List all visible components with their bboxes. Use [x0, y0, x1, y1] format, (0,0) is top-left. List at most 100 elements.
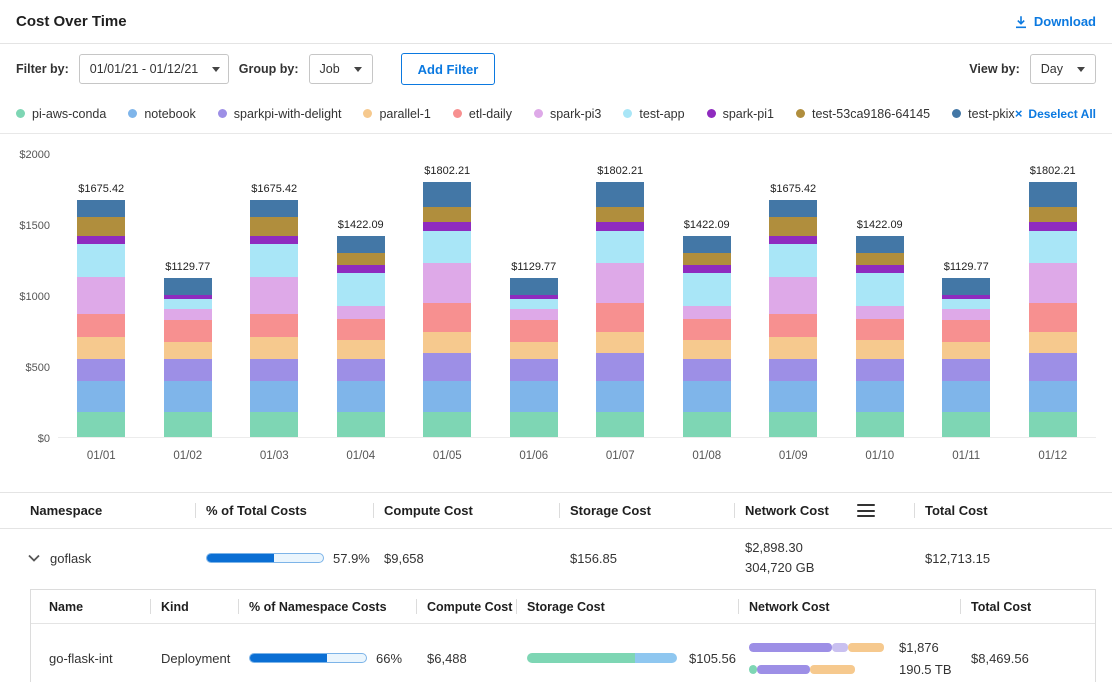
view-by-value: Day [1041, 62, 1063, 76]
table-row-go-flask-int[interactable]: go-flask-int Deployment 66% $6,488 $105.… [31, 624, 1095, 682]
bar-01/01[interactable]: $1675.4201/01 [77, 148, 125, 464]
date-range-value: 01/01/21 - 01/12/21 [90, 62, 198, 76]
y-axis-tick: $0 [38, 433, 50, 445]
bar-01/09[interactable]: $1675.4201/09 [769, 148, 817, 464]
view-by-select[interactable]: Day [1030, 54, 1096, 84]
bar-segment [848, 643, 884, 652]
bar-stack [596, 182, 644, 438]
bar-segment-pi-aws-conda [856, 412, 904, 438]
bar-01/08[interactable]: $1422.0901/08 [683, 148, 731, 464]
legend-dot [623, 109, 632, 118]
x-axis-label: 01/06 [519, 438, 548, 464]
bar-01/12[interactable]: $1802.2101/12 [1029, 148, 1077, 464]
bar-01/06[interactable]: $1129.77 01/06 [510, 148, 558, 464]
bar-01/05[interactable]: $1802.2101/05 [423, 148, 471, 464]
bar-segment-test-53ca9186-64145 [250, 217, 298, 236]
compute-cost-cell: $9,658 [384, 551, 570, 566]
col-header-total-cost: Total Cost [925, 493, 1096, 528]
bar-01/03[interactable]: $1675.42 01/03 [250, 148, 298, 464]
legend-dot [128, 109, 137, 118]
x-axis-label: 01/07 [606, 438, 635, 464]
bar-segment-etl-daily [596, 303, 644, 331]
y-axis-tick: $1500 [19, 220, 50, 232]
legend-dot [707, 109, 716, 118]
bar-segment-etl-daily [250, 314, 298, 337]
total-cost-cell: $8,469.56 [971, 651, 1095, 666]
x-axis-label: 01/03 [260, 438, 289, 464]
bar-segment-test-53ca9186-64145 [1029, 207, 1077, 223]
table-row-goflask[interactable]: goflask 57.9% $9,658 $156.85 $2,898.30 3… [0, 529, 1112, 587]
legend-item-parallel-1[interactable]: parallel-1 [363, 107, 430, 121]
subcol-header-network-cost: Network Cost [749, 590, 971, 623]
network-cost-cell: $1,876 190.5 TB [749, 640, 971, 677]
bar-segment-spark-pi1 [1029, 222, 1077, 231]
bar-segment-notebook [1029, 381, 1077, 412]
legend-item-test-53ca9186-64145[interactable]: test-53ca9186-64145 [796, 107, 930, 121]
legend-item-sparkpi-with-delight[interactable]: sparkpi-with-delight [218, 107, 342, 121]
bar-segment-notebook [596, 381, 644, 412]
bar-segment-notebook [942, 381, 990, 412]
bar-segment-spark-pi3 [1029, 263, 1077, 303]
bar-01/07[interactable]: $1802.2101/07 [596, 148, 644, 464]
total-cost-cell: $12,713.15 [925, 551, 1096, 566]
header: Cost Over Time Download [0, 0, 1112, 44]
bar-total-label: $1675.42 [78, 183, 124, 195]
bar-segment-test-53ca9186-64145 [423, 207, 471, 223]
bar-segment-parallel-1 [683, 340, 731, 359]
col-header-label: Compute Cost [384, 503, 473, 518]
col-header-label: Compute Cost [427, 600, 512, 614]
bar-segment-test-app [337, 273, 385, 306]
bar-segment-notebook [164, 381, 212, 412]
date-range-select[interactable]: 01/01/21 - 01/12/21 [79, 54, 229, 84]
legend-item-etl-daily[interactable]: etl-daily [453, 107, 512, 121]
bar-segment-etl-daily [337, 319, 385, 340]
legend-item-test-app[interactable]: test-app [623, 107, 684, 121]
column-settings-icon[interactable] [857, 504, 875, 517]
legend-item-pi-aws-conda[interactable]: pi-aws-conda [16, 107, 106, 121]
bar-segment-notebook [423, 381, 471, 412]
view-by-label: View by: [969, 62, 1019, 76]
bar-segment-sparkpi-with-delight [942, 359, 990, 382]
bar-total-label: $1129.77 [511, 261, 556, 273]
deselect-all-button[interactable]: × Deselect All [1015, 106, 1096, 121]
bar-segment-test-pkix [337, 236, 385, 253]
bar-segment-parallel-1 [337, 340, 385, 359]
bar-segment-parallel-1 [856, 340, 904, 359]
bar-total-label: $1675.42 [251, 183, 297, 195]
bar-segment-sparkpi-with-delight [596, 353, 644, 381]
bar-segment-spark-pi3 [423, 263, 471, 303]
bar-segment-test-app [683, 273, 731, 306]
col-header-label: % of Namespace Costs [249, 600, 387, 614]
legend-dot [952, 109, 961, 118]
download-button[interactable]: Download [1014, 14, 1096, 29]
bar-01/02[interactable]: $1129.7701/02 [164, 148, 212, 464]
namespace-cell[interactable]: goflask [16, 551, 206, 566]
bar-01/11[interactable]: $1129.7701/11 [942, 148, 990, 464]
subcol-header-name: Name [49, 590, 161, 623]
bar-segment-etl-daily [164, 320, 212, 341]
bar-segment-test-pkix [596, 182, 644, 207]
bar-01/04[interactable]: $1422.0901/04 [337, 148, 385, 464]
bar-total-label: $1802.21 [1030, 165, 1076, 177]
namespace-pct-value: 66% [376, 651, 402, 666]
bar-segment-spark-pi3 [596, 263, 644, 303]
bar-segment-test-pkix [423, 182, 471, 207]
bar-segment-test-pkix [942, 278, 990, 295]
chevron-down-icon[interactable] [28, 554, 40, 562]
legend-item-test-pkix[interactable]: test-pkix [952, 107, 1015, 121]
namespace-name: goflask [50, 551, 91, 566]
column-separator [914, 503, 915, 518]
bar-segment-parallel-1 [164, 342, 212, 359]
bar-01/10[interactable]: $1422.0901/10 [856, 148, 904, 464]
add-filter-button[interactable]: Add Filter [401, 53, 496, 85]
legend-item-notebook[interactable]: notebook [128, 107, 195, 121]
legend-item-spark-pi3[interactable]: spark-pi3 [534, 107, 601, 121]
bar-segment [527, 653, 635, 663]
column-separator [150, 599, 151, 614]
bar-total-label: $1422.09 [857, 219, 903, 231]
bar-stack [250, 200, 298, 438]
legend-label: spark-pi1 [723, 107, 774, 121]
bar-segment [749, 665, 757, 674]
group-by-select[interactable]: Job [309, 54, 373, 84]
legend-item-spark-pi1[interactable]: spark-pi1 [707, 107, 774, 121]
